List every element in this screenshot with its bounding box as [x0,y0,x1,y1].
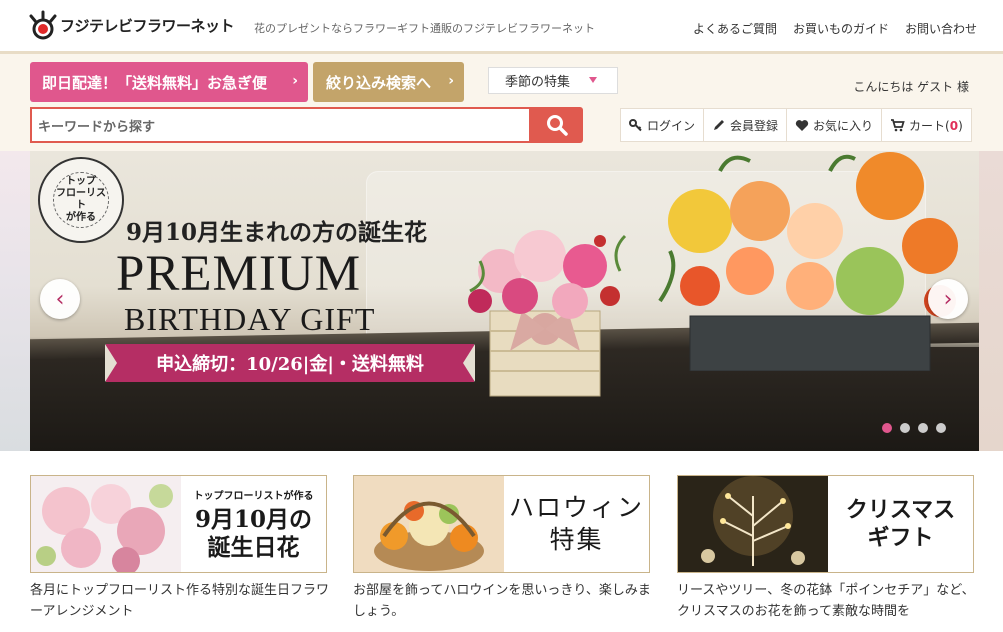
shopping-guide-link[interactable]: お買いものガイド [793,20,889,37]
hero-title: PREMIUM [116,246,362,302]
birthday-flowers-image [31,476,181,572]
advanced-search-button[interactable]: 絞り込み検索へ › [313,62,464,102]
card-title-line1: クリスマス [845,497,956,523]
feature-card-christmas[interactable]: クリスマス ギフト [677,475,974,573]
feature-card-birthday[interactable]: トップフローリストが作る 9月10月の 誕生日花 [30,475,327,573]
login-label: ログイン [647,118,696,133]
register-label: 会員登録 [730,118,779,133]
card-title-line1: ハロウィン [508,493,644,522]
express-delivery-label: 即日配達！「送料無料」お急ぎ便 [42,73,268,92]
search-placeholder: キーワードから探す [38,119,156,135]
cart-label: カート(0) [909,117,963,134]
keyword-search-input[interactable]: キーワードから探す [30,107,531,143]
birthday-gift-seal: トップ フローリスト が作る [38,157,124,243]
card-small-text: トップフローリストが作る [193,490,314,502]
chevron-right-icon: › [292,73,298,89]
register-button[interactable]: 会員登録 [703,108,788,142]
account-menu: ログイン 会員登録 お気に入り カート(0) [620,108,972,142]
chevron-right-icon: › [448,73,454,89]
cart-button[interactable]: カート(0) [881,108,972,142]
feature-card-halloween-text: ハロウィン 特集 [504,476,649,572]
site-logo[interactable]: フジテレビフラワーネット [28,8,235,42]
seal-inner: トップ フローリスト が作る [53,172,109,228]
favorites-label: お気に入り [813,118,874,133]
carousel-dot-2[interactable] [900,423,910,433]
carousel-dot-4[interactable] [936,423,946,433]
halloween-basket-image [354,476,504,572]
header-links: よくあるご質問 お買いものガイド お問い合わせ [693,20,977,37]
carousel-dots [882,423,946,433]
feature-card-christmas-desc: リースやツリー、冬の花鉢「ポインセチア」など、クリスマスのお花を飾って素敵な時間… [677,583,975,619]
hero-subtitle: 9月10月生まれの方の誕生花 [126,219,428,246]
nav-band: 即日配達！「送料無料」お急ぎ便 › 絞り込み検索へ › 季節の特集 こんにちは … [0,54,1003,151]
logo-text: フジテレビフラワーネット [60,16,235,35]
card-title-line1: 9月10月の [194,505,312,533]
cart-icon [891,119,905,132]
seal-line-2: フローリスト [56,188,106,211]
feature-card-birthday-desc: 各月にトップフローリスト作る特別な誕生日フラワーアレンジメント [30,583,330,619]
key-icon [629,119,642,132]
logo-eye-icon [28,10,58,40]
advanced-search-label: 絞り込み検索へ [326,73,432,92]
chevron-right-icon: › [943,286,953,312]
express-delivery-button[interactable]: 即日配達！「送料無料」お急ぎ便 › [30,62,308,102]
deadline-ribbon: 申込締切：10/26|金|・送料無料 [105,344,475,382]
feature-card-halloween[interactable]: ハロウィン 特集 [353,475,650,573]
seal-line-3: が作る [66,212,96,223]
faq-link[interactable]: よくあるご質問 [693,20,777,37]
login-button[interactable]: ログイン [620,108,705,142]
heart-icon [795,119,809,131]
site-tagline: 花のプレゼントならフラワーギフト通販のフジテレビフラワーネット [254,22,595,35]
hero-prev-slide-peek [0,151,30,451]
carousel-prev-button[interactable]: ‹ [40,279,80,319]
feature-card-christmas-text: クリスマス ギフト [828,476,973,572]
site-header: フジテレビフラワーネット 花のプレゼントならフラワーギフト通販のフジテレビフラワ… [0,0,1003,54]
chevron-left-icon: ‹ [55,286,65,312]
season-feature-dropdown[interactable]: 季節の特集 [488,67,618,94]
contact-link[interactable]: お問い合わせ [905,20,977,37]
card-title-line2: 特集 [549,525,604,554]
carousel-dot-1[interactable] [882,423,892,433]
pencil-icon [714,120,725,130]
search-icon [547,115,568,136]
caret-down-icon [589,77,597,83]
search-button[interactable] [531,107,583,143]
feature-card-birthday-text: トップフローリストが作る 9月10月の 誕生日花 [181,476,326,572]
feature-card-halloween-desc: お部屋を飾ってハロウインを思いっきり、楽しみましょう。 [353,583,651,619]
carousel-dot-3[interactable] [918,423,928,433]
hero-title-line2: BIRTHDAY GIFT [124,301,376,337]
hero-carousel[interactable]: トップ フローリスト が作る 9月10月生まれの方の誕生花 PREMIUM BI… [30,151,979,451]
cart-label-close: ) [958,118,963,133]
card-title-line2: 誕生日花 [207,533,300,561]
favorites-button[interactable]: お気に入り [786,108,883,142]
greeting-text: こんにちは ゲスト 様 [853,80,969,94]
cart-count: 0 [949,118,959,133]
hero-next-slide-peek [979,151,1003,451]
card-title-line2: ギフト [867,525,934,551]
season-feature-label: 季節の特集 [505,75,571,90]
basket-arrangement-image [468,230,627,397]
autumn-arrangement-image [658,152,958,371]
christmas-tree-image [678,476,828,572]
carousel-next-button[interactable]: › [928,279,968,319]
cart-label-text: カート( [909,118,950,133]
seal-line-1: トップ [66,176,96,187]
